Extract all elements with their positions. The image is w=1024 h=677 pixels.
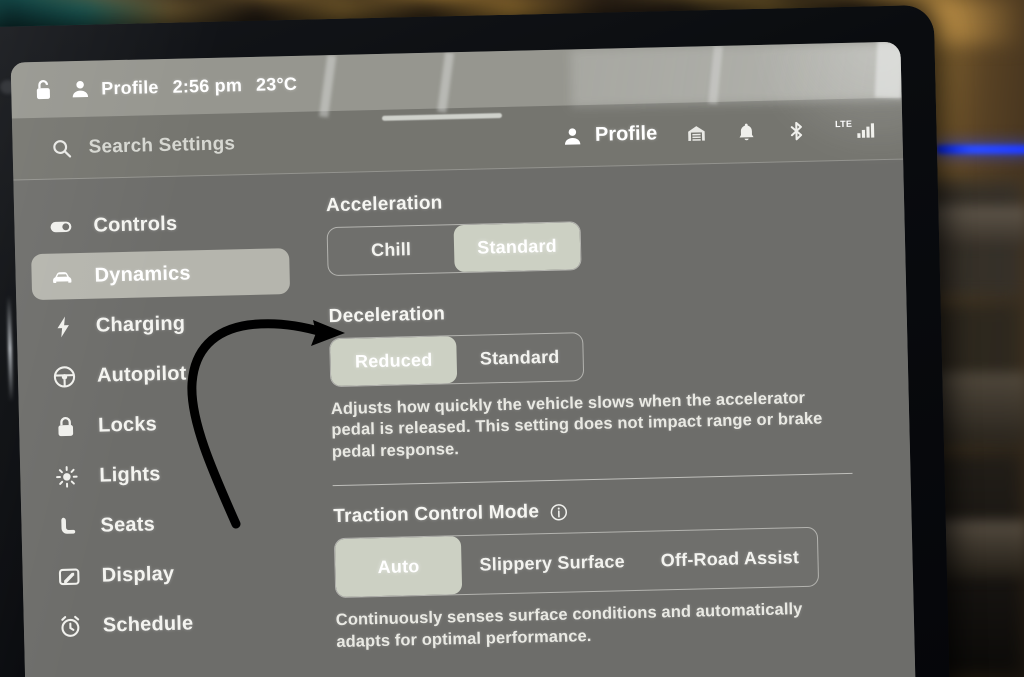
sidebar-item-label: Charging <box>95 312 186 337</box>
sidebar-item-display[interactable]: Display <box>38 548 297 600</box>
sidebar-item-label: Display <box>101 562 175 587</box>
deceleration-option-standard[interactable]: Standard <box>456 333 583 383</box>
deceleration-option-reduced[interactable]: Reduced <box>330 336 458 386</box>
sun-icon <box>54 464 80 490</box>
header-profile-label: Profile <box>594 122 658 146</box>
sidebar-item-lights[interactable]: Lights <box>36 448 295 500</box>
screenshot-stage: Profile 2:56 pm 23°C Search Settings Pro… <box>0 0 1024 677</box>
sidebar-item-label: Autopilot <box>96 362 187 387</box>
deceleration-section: Deceleration Reduced Standard Adjusts ho… <box>328 293 880 463</box>
car-icon <box>49 264 75 290</box>
traction-control-segmented-control[interactable]: Auto Slippery Surface Off-Road Assist <box>333 526 819 599</box>
bluetooth-icon[interactable] <box>785 119 808 142</box>
ambient-led-strip <box>936 145 1024 154</box>
traction-control-title: Traction Control Mode <box>333 493 881 528</box>
toggle-icon <box>48 214 74 240</box>
seat-icon <box>55 514 81 540</box>
acceleration-option-standard[interactable]: Standard <box>453 222 581 273</box>
tesla-touchscreen: Profile 2:56 pm 23°C Search Settings Pro… <box>10 41 916 677</box>
sidebar-item-label: Lights <box>99 462 161 487</box>
person-icon <box>561 125 584 148</box>
person-icon <box>69 78 89 100</box>
settings-sidebar: Controls Dynamics Charging Autopilot Loc… <box>13 174 315 677</box>
sidebar-item-label: Dynamics <box>94 261 191 287</box>
sidebar-item-charging[interactable]: Charging <box>32 298 291 350</box>
status-time: 2:56 pm <box>172 74 243 97</box>
section-heading-text: Deceleration <box>328 303 446 328</box>
sidebar-item-dynamics[interactable]: Dynamics <box>31 248 291 301</box>
sidebar-item-label: Controls <box>93 212 178 237</box>
search-bar[interactable]: Search Settings <box>50 125 561 159</box>
settings-body: Controls Dynamics Charging Autopilot Loc… <box>13 159 916 677</box>
deceleration-title: Deceleration <box>328 293 876 328</box>
lock-icon[interactable] <box>29 77 56 104</box>
bell-icon[interactable] <box>735 121 758 144</box>
traction-option-off-road-assist[interactable]: Off-Road Assist <box>642 528 818 590</box>
traction-control-description: Continuously senses surface conditions a… <box>335 600 803 651</box>
status-temperature[interactable]: 23°C <box>256 73 298 95</box>
section-heading-text: Acceleration <box>325 192 443 217</box>
traction-option-auto[interactable]: Auto <box>334 536 463 598</box>
acceleration-title: Acceleration <box>326 182 874 217</box>
status-profile-label[interactable]: Profile <box>101 77 159 99</box>
display-icon <box>56 564 82 590</box>
sidebar-item-locks[interactable]: Locks <box>35 398 294 450</box>
steering-wheel-icon <box>52 364 78 390</box>
sidebar-item-seats[interactable]: Seats <box>37 498 296 550</box>
sidebar-item-autopilot[interactable]: Autopilot <box>33 348 292 400</box>
settings-content: Acceleration Chill Standard Deceleration… <box>303 160 915 677</box>
sidebar-item-label: Schedule <box>102 611 194 637</box>
deceleration-description: Adjusts how quickly the vehicle slows wh… <box>330 388 823 461</box>
acceleration-section: Acceleration Chill Standard <box>326 182 876 288</box>
alarm-clock-icon <box>58 614 84 640</box>
info-icon[interactable] <box>549 502 568 521</box>
sidebar-item-schedule[interactable]: Schedule <box>39 598 298 650</box>
traction-control-section: Traction Control Mode Auto Slippery Surf… <box>333 493 884 653</box>
header-profile-button[interactable]: Profile <box>561 122 658 147</box>
network-type-label: LTE <box>834 118 853 129</box>
sidebar-item-label: Seats <box>100 512 156 537</box>
deceleration-segmented-control[interactable]: Reduced Standard <box>329 332 585 387</box>
section-divider <box>332 472 853 487</box>
traction-option-slippery-surface[interactable]: Slippery Surface <box>461 532 644 594</box>
section-heading-text: Traction Control Mode <box>333 501 540 528</box>
search-input[interactable]: Search Settings <box>88 133 235 158</box>
cellular-signal-icon: LTE <box>835 118 879 141</box>
padlock-icon <box>53 414 79 440</box>
header-icons: Profile LTE <box>561 117 879 147</box>
drag-handle[interactable] <box>381 113 503 121</box>
acceleration-option-chill[interactable]: Chill <box>328 225 455 275</box>
search-icon <box>50 137 73 160</box>
sidebar-item-controls[interactable]: Controls <box>30 198 289 250</box>
lightning-bolt-icon <box>51 314 77 340</box>
garage-icon[interactable] <box>685 122 708 145</box>
acceleration-segmented-control[interactable]: Chill Standard <box>326 221 582 277</box>
sidebar-item-label: Locks <box>97 412 158 437</box>
